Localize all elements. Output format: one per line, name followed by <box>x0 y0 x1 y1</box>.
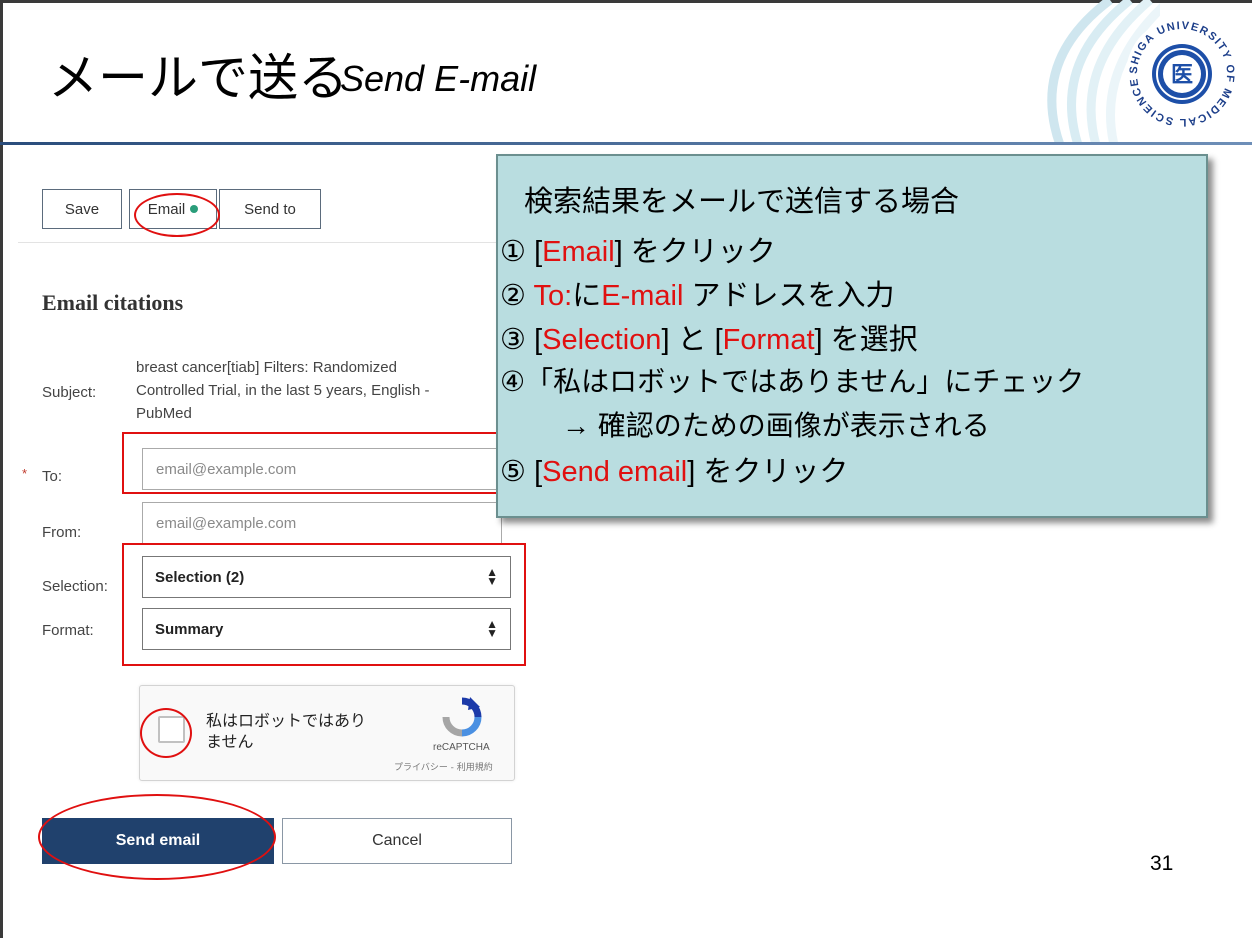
slide-title-english: Send E-mail <box>340 58 537 99</box>
subject-line: PubMed <box>136 405 192 422</box>
from-label: From: <box>42 524 82 541</box>
cancel-button[interactable]: Cancel <box>282 818 512 864</box>
recaptcha-brand: reCAPTCHA <box>433 742 490 753</box>
step-number: ⑤ <box>500 456 526 488</box>
recaptcha-icon <box>442 697 482 737</box>
email-citations-heading: Email citations <box>42 290 184 315</box>
step-highlight: Selection <box>542 324 662 356</box>
step-highlight: Send email <box>542 456 688 488</box>
recaptcha-links[interactable]: プライバシー - 利用規約 <box>394 760 493 773</box>
from-email-input[interactable]: email@example.com <box>142 502 502 544</box>
to-highlight-box <box>122 432 498 494</box>
step-text: ] を選択 <box>814 324 918 356</box>
slide-title-japanese: メールで送る <box>48 49 348 107</box>
page-number: 31 <box>1150 852 1174 875</box>
recaptcha-text-line: ません <box>206 732 254 751</box>
step-5: ⑤ [Send email] をクリック <box>500 448 848 490</box>
step-text: アドレスを入力 <box>683 280 895 312</box>
recaptcha-text-line: 私はロボットではあり <box>206 711 367 730</box>
step-3: ③ [Selection] と [Format] を選択 <box>500 316 918 358</box>
step-highlight: Email <box>542 236 615 268</box>
logo-mark: 医 <box>1171 63 1193 88</box>
subject-value: breast cancer[tiab] Filters: Randomized … <box>136 356 496 425</box>
subject-line: breast cancer[tiab] Filters: Randomized <box>136 359 397 376</box>
send-email-highlight-oval <box>38 794 276 880</box>
step-number: ② <box>500 280 526 312</box>
to-label: To: <box>42 468 63 485</box>
step-text: ] と [ <box>661 324 723 356</box>
toolbar-separator <box>18 242 518 243</box>
subject-label: Subject: <box>42 384 97 401</box>
send-to-button[interactable]: Send to <box>219 189 321 229</box>
required-asterisk: * <box>22 466 28 481</box>
save-button-label: Save <box>64 200 100 218</box>
step-number: ③ <box>500 324 526 356</box>
step-number: ① <box>500 236 526 268</box>
step-text: [ <box>534 456 543 488</box>
callout-title: 検索結果をメールで送信する場合 <box>524 184 960 218</box>
step-text: [ <box>534 324 543 356</box>
step-text: 「私はロボットではありません」にチェック <box>525 366 1085 397</box>
step-4-note: → 確認のための画像が表示される <box>562 410 990 441</box>
selection-label: Selection: <box>42 578 108 595</box>
step-text: ] をクリック <box>614 236 776 268</box>
recaptcha-text: 私はロボットではあり ません <box>206 710 366 752</box>
checkbox-highlight-oval <box>140 708 192 758</box>
step-highlight: E-mail <box>601 280 684 312</box>
step-4: ④「私はロボットではありません」にチェック <box>500 360 1084 400</box>
save-button[interactable]: Save <box>42 189 122 229</box>
title-divider <box>0 142 1252 145</box>
step-number: ④ <box>500 366 526 397</box>
step-1: ① [Email] をクリック <box>500 228 776 270</box>
university-logo: SHIGA UNIVERSITY OF MEDICAL SCIENCE 医 <box>1126 18 1238 130</box>
cancel-button-label: Cancel <box>372 832 422 849</box>
step-2: ② To:にE-mail アドレスを入力 <box>500 272 894 314</box>
step-text: ] をクリック <box>687 456 849 488</box>
send-to-button-label: Send to <box>244 200 296 218</box>
step-text: に <box>572 280 602 312</box>
step-highlight: Format <box>722 324 815 356</box>
selection-format-highlight-box <box>122 543 526 666</box>
slide-frame-left <box>0 0 3 938</box>
email-highlight-oval <box>134 193 220 237</box>
step-highlight: To: <box>533 280 573 312</box>
format-label: Format: <box>42 622 94 639</box>
step-text: [ <box>534 236 543 268</box>
subject-line: Controlled Trial, in the last 5 years, E… <box>136 382 430 399</box>
